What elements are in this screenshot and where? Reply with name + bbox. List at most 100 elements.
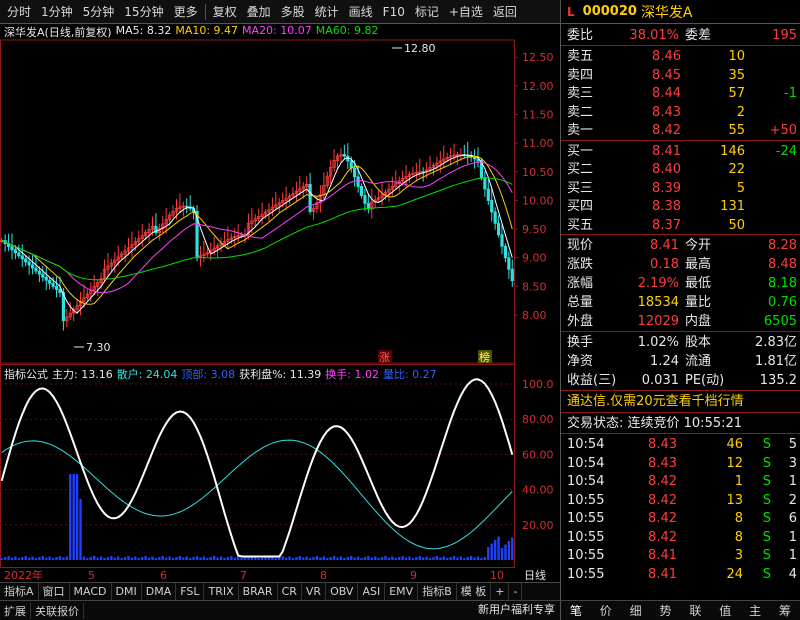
bottom-button-0[interactable]: 扩展 [0,602,31,619]
toolbar-button-10[interactable]: F10 [378,2,410,22]
indicator-tab-2[interactable]: MACD [70,583,112,600]
indicator-tab-10[interactable]: OBV [326,583,359,600]
toolbar-button-7[interactable]: 多股 [276,2,310,22]
panel-tab-4[interactable]: 联 [681,602,711,619]
indicator-chart[interactable]: 100.0 80.00 60.00 40.00 20.00 [0,364,560,568]
indicator-tab-13[interactable]: 指标B [418,583,457,600]
toolbar-button-8[interactable]: 统计 [310,2,344,22]
ask-price: 8.43 [652,104,681,120]
stat-label: 收益(三) [567,373,617,388]
indicator-tab-5[interactable]: FSL [176,583,205,600]
dingbu-bar [336,557,339,560]
tag-bang: 榜 [479,350,490,364]
dingbu-bar [408,556,411,560]
dingbu-bar [398,557,401,560]
weibi-value: 38.01% [629,28,679,43]
dingbu-bar [332,556,336,560]
x-tick-label: 8 [320,569,327,582]
toolbar-button-2[interactable]: 5分钟 [78,2,120,22]
indicator-tab-8[interactable]: CR [278,583,302,600]
panel-tab-6[interactable]: 主 [740,602,770,619]
indicator-tab-12[interactable]: EMV [385,583,419,600]
stock-name: 深华发A [640,4,693,21]
panel-tab-2[interactable]: 细 [621,602,651,619]
stat-label: 净资 [567,354,594,369]
promo-welfare[interactable]: 新用户福利专享 [478,601,555,617]
stat-label: 涨跌 [567,257,594,272]
panel-tab-7[interactable]: 筹 [770,602,800,619]
candle-body [493,211,497,224]
panel-tab-5[interactable]: 值 [710,602,740,619]
indicator-tab-7[interactable]: BRAR [239,583,278,600]
divider [561,412,800,413]
ask-label: 卖三 [567,86,594,101]
stat-label: 量比 [685,295,712,310]
candle-body [359,185,364,196]
dingbu-bar [432,557,435,560]
ask-change: -1 [784,86,797,101]
ask-volume: 57 [728,86,745,101]
x-tick-label: 7 [240,569,247,582]
indicator-tab-14[interactable]: 模 板 [457,583,492,600]
kline-chart[interactable]: 12.50 12.00 11.50 11.00 10.50 10.00 9.50 9.00 8.… [0,24,560,364]
bid-price: 8.39 [652,180,681,196]
toolbar-button-1[interactable]: 1分钟 [36,2,78,22]
dingbu-bar [161,556,164,560]
stat-label: 内盘 [685,314,712,329]
toolbar-button-3[interactable]: 15分钟 [119,2,168,22]
indicator-tab-4[interactable]: DMA [142,583,177,600]
toolbar-button-9[interactable]: 画线 [344,2,378,22]
dingbu-bar [62,557,65,560]
indicator-tab-11[interactable]: ASI [358,583,386,600]
candle-body [58,289,62,293]
tick-count: 6 [788,511,797,526]
tick-time: 10:54 [567,455,605,471]
indicator-tab-16[interactable]: - [509,583,523,600]
huanshou-value: 换手: 1.02 [325,368,379,381]
ind-tick-label: 40.00 [522,484,554,497]
indicator-tab-1[interactable]: 窗口 [39,583,70,600]
dingbu-bar [497,536,500,560]
indicator-title[interactable]: 指标公式 [4,366,48,382]
dingbu-bar [281,556,284,560]
tick-price: 8.41 [648,566,677,582]
stock-code: 000020 [582,4,637,19]
promo-link[interactable]: 通达信.仅需20元查看千档行情 [567,392,744,411]
toolbar-button-0[interactable]: 分时 [2,2,36,22]
dingbu-bar [308,558,312,560]
dingbu-bar [480,558,483,560]
dingbu-bar [51,558,55,560]
indicator-tab-9[interactable]: VR [302,583,327,600]
dingbu-bar [466,557,469,560]
tick-time: 10:55 [567,529,605,545]
dingbu-bar [415,557,418,560]
toolbar-button-6[interactable]: 叠加 [242,2,276,22]
dingbu-bar [178,556,182,560]
toolbar-button-13[interactable]: 返回 [488,2,522,22]
quote-row: 10:54 8.43 46 S 5 [561,435,800,454]
indicator-tab-3[interactable]: DMI [112,583,142,600]
x-tick-label: 2022年 [4,568,43,582]
tick-direction: S [762,566,771,582]
dingbu-bar [483,557,487,560]
toolbar-button-12[interactable]: +自选 [444,2,488,22]
dingbu-bar [24,556,27,560]
indicator-tab-0[interactable]: 指标A [0,583,39,600]
panel-tab-1[interactable]: 价 [591,602,621,619]
quote-row: 收益(三) 0.031 PE(动) 135.2 [561,371,800,390]
indicator-tab-6[interactable]: TRIX [204,583,239,600]
tick-volume: 8 [734,511,743,526]
toolbar-button-11[interactable]: 标记 [410,2,444,22]
stat-label: PE(动) [685,373,725,388]
dingbu-bar [45,557,48,560]
ask-volume: 2 [736,104,745,120]
bottom-button-1[interactable]: 关联报价 [31,602,84,619]
toolbar-button-5[interactable]: 复权 [208,2,242,22]
divider [561,139,800,141]
indicator-tab-15[interactable]: + [491,583,510,600]
panel-tab-3[interactable]: 势 [651,602,681,619]
dingbu-bar [319,557,322,560]
panel-tab-0[interactable]: 笔 [561,602,591,619]
tick-time: 10:54 [567,437,605,452]
toolbar-button-4[interactable]: 更多 [169,2,203,22]
